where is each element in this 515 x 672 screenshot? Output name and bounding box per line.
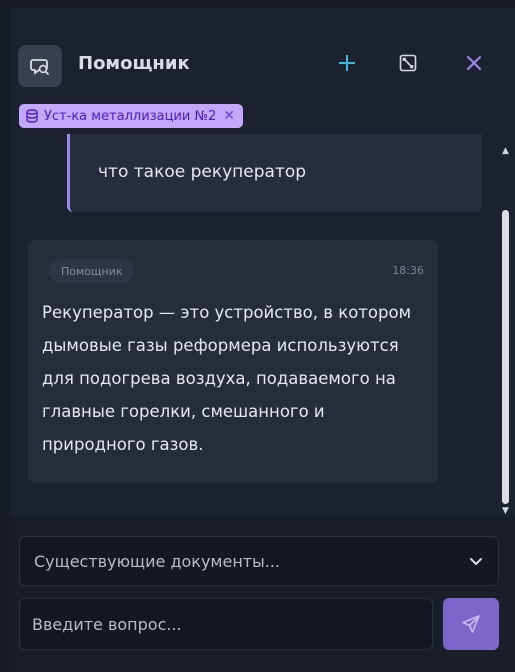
composer-area: Существующие документы... — [9, 516, 515, 672]
expand-button[interactable] — [393, 48, 423, 78]
send-button[interactable] — [443, 598, 499, 650]
plus-icon — [339, 55, 355, 71]
assistant-message: Помощник 18:36 Рекуператор — это устройс… — [28, 240, 438, 483]
send-icon — [462, 615, 480, 633]
scrollbar-thumb[interactable] — [502, 210, 509, 504]
message-timestamp: 18:36 — [392, 264, 424, 277]
assistant-role-badge: Помощник — [49, 259, 135, 283]
chat-area: что такое рекуператор Помощник 18:36 Рек… — [9, 134, 515, 520]
chat-scrollbar[interactable]: ▲ ▼ — [501, 146, 510, 516]
documents-select-placeholder: Существующие документы... — [34, 551, 281, 571]
question-input[interactable] — [19, 598, 433, 650]
new-chat-button[interactable] — [332, 48, 362, 78]
user-message: что такое рекуператор — [67, 134, 482, 212]
context-tag[interactable]: Уст-ка металлизации №2 ✕ — [19, 104, 243, 128]
outer-edge — [0, 0, 9, 672]
close-button[interactable] — [459, 48, 489, 78]
scroll-up-arrow[interactable]: ▲ — [501, 146, 510, 156]
context-tag-remove-button[interactable]: ✕ — [223, 108, 235, 124]
assistant-message-text: Рекуператор — это устройство, в котором … — [42, 303, 412, 454]
documents-select[interactable]: Существующие документы... — [19, 536, 499, 586]
context-tag-label: Уст-ка металлизации №2 — [44, 108, 217, 124]
chat-bubble-icon — [18, 45, 62, 87]
outer-edge-top — [0, 0, 515, 8]
expand-icon — [399, 54, 417, 72]
panel-header: Помощник Уст-ка металлизации №2 ✕ — [9, 8, 515, 128]
scroll-down-arrow[interactable]: ▼ — [501, 506, 510, 516]
database-icon — [26, 109, 38, 123]
close-icon — [466, 55, 482, 71]
assistant-panel: Помощник Уст-ка металлизации №2 ✕ что та… — [9, 8, 515, 672]
chevron-down-icon — [470, 558, 482, 565]
user-message-text: что такое рекуператор — [98, 162, 307, 182]
panel-title: Помощник — [78, 53, 190, 74]
